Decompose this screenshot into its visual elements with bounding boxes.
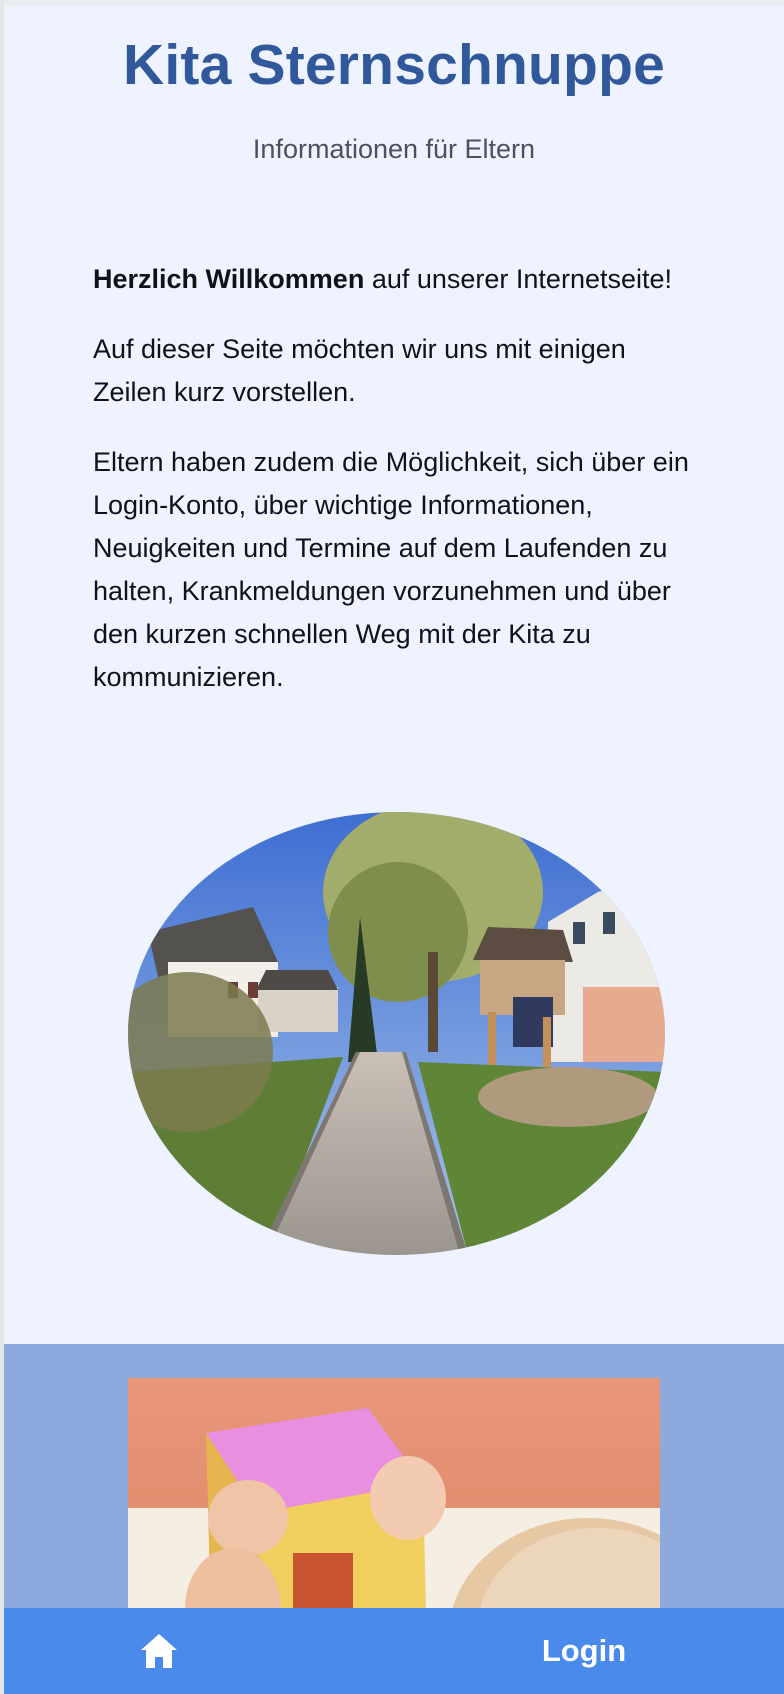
page-title: Kita Sternschnuppe — [122, 33, 665, 97]
home-icon — [141, 1634, 177, 1668]
bottom-navigation: Login — [4, 1608, 784, 1694]
intro-paragraph: Auf dieser Seite möchten wir uns mit ein… — [93, 334, 626, 407]
app-viewport: Kita Sternschnuppe Informationen für Elt… — [0, 0, 784, 1694]
home-button[interactable] — [134, 1626, 184, 1676]
welcome-rest: auf unserer Internetseite! — [364, 264, 673, 294]
login-button[interactable]: Login — [504, 1622, 664, 1680]
main-page: Kita Sternschnuppe Informationen für Elt… — [4, 6, 784, 1694]
welcome-paragraph: Herzlich Willkommen auf unserer Internet… — [93, 258, 705, 301]
garden-path-photo — [128, 812, 665, 1255]
login-info-paragraph: Eltern haben zudem die Möglichkeit, sich… — [93, 447, 689, 692]
intro-text: Herzlich Willkommen auf unserer Internet… — [93, 258, 705, 726]
welcome-bold: Herzlich Willkommen — [93, 264, 365, 294]
page-subtitle: Informationen für Eltern — [252, 134, 536, 164]
